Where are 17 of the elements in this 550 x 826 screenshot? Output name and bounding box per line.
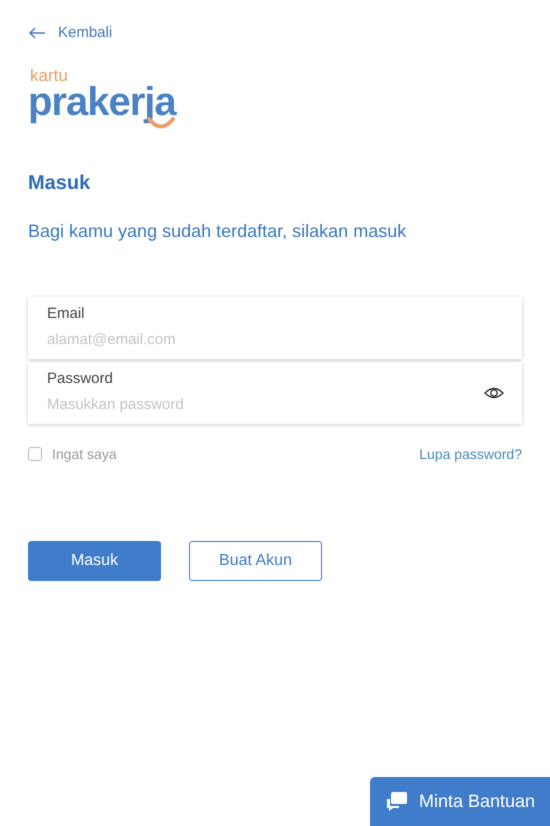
chat-bubbles-icon [384,790,409,812]
remember-label: Ingat saya [52,444,117,464]
field-label: Email [47,304,85,324]
eye-icon[interactable] [484,386,504,398]
logo: kartu prakerja [28,66,176,130]
forgot-password-link[interactable]: Lupa password? [419,444,522,464]
input-field[interactable]: alamat@email.com [47,329,447,352]
arrow-left-icon [28,27,46,40]
input-field[interactable]: Masukkan password [47,394,447,416]
checkbox[interactable] [28,447,42,461]
secondary-button[interactable]: Buat Akun [189,540,322,580]
help-button[interactable]: Minta Bantuan [370,777,550,826]
field-label: Password [47,368,113,388]
primary-button[interactable]: Masuk [28,540,161,580]
subtitle: Bagi kamu yang sudah terdaftar, silakan masuk [28,220,406,243]
page-title: Masuk [28,170,90,196]
back-link[interactable]: Kembali [28,22,112,44]
